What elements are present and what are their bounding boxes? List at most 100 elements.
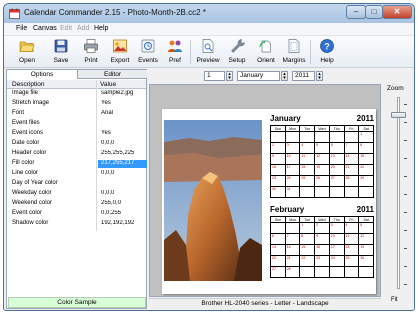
day-cell	[314, 266, 330, 278]
events-icon	[141, 39, 155, 53]
property-row[interactable]: Header color 255,255,225	[7, 150, 146, 158]
tab-options[interactable]: Options	[7, 70, 77, 79]
menu-help[interactable]: Help	[94, 25, 108, 32]
day-cell: 28	[343, 175, 360, 187]
property-value[interactable]: 255,0,0	[98, 200, 147, 208]
help-icon: ?	[320, 39, 334, 53]
property-value[interactable]: 217,255,217	[98, 160, 147, 168]
property-value[interactable]: 0,0,0	[98, 140, 147, 148]
day-cell: 19	[358, 244, 374, 256]
preview-area: 1 ▴ ▾ January ▴ ▾ 2011 ▴ ▾ January 2011 …	[149, 69, 414, 309]
print-button[interactable]: Print	[77, 38, 105, 68]
window-title: Calendar Commander 2.15 - Photo-Month-2B…	[24, 8, 206, 17]
property-row[interactable]: Shadow color 192,192,192	[7, 220, 146, 228]
property-row[interactable]: Day of Year color	[7, 180, 146, 188]
day-cell: 17	[328, 244, 345, 256]
save-button[interactable]: Save	[47, 38, 75, 68]
preview-button[interactable]: Preview	[194, 38, 222, 68]
day-cell: 9	[270, 153, 286, 165]
month-header: February 2011	[270, 205, 374, 216]
column-value[interactable]: Value	[100, 81, 116, 88]
zoom-tick	[404, 140, 407, 141]
events-label: Events	[138, 57, 158, 64]
preview-canvas[interactable]: January 2011 Sun Mon Tue Wed Thu Fri Sat 1 2 3 4 5 6 7 8…	[149, 84, 381, 297]
start-year-spinner[interactable]: ▴ ▾	[316, 71, 323, 81]
property-value[interactable]: 0,0,0	[98, 170, 147, 178]
day-cell: 14	[284, 244, 301, 256]
day-cell	[328, 131, 345, 143]
property-value[interactable]: 192,192,192	[98, 220, 147, 228]
zoom-tick	[404, 122, 407, 123]
menu-edit[interactable]: Edit	[60, 25, 72, 32]
close-button[interactable]: ✕	[382, 5, 412, 19]
property-row[interactable]: Line color 0,0,0	[7, 170, 146, 178]
pref-label: Pref	[169, 57, 181, 64]
margins-label: Margins	[282, 57, 306, 64]
tab-editor[interactable]: Editor	[77, 70, 147, 79]
margins-button[interactable]: Margins	[280, 38, 308, 68]
property-value[interactable]	[98, 180, 147, 188]
calendar-app-icon	[9, 8, 20, 19]
maximize-button[interactable]: □	[365, 5, 383, 19]
property-name: Event icons	[12, 130, 44, 136]
day-cell: 20	[328, 164, 345, 176]
status-bar: Brother HL-2040 series - Letter - Landsc…	[149, 298, 381, 309]
rotate-page-icon	[259, 40, 271, 53]
open-button[interactable]: Open	[13, 38, 41, 68]
property-row[interactable]: Weekend color 255,0,0	[7, 200, 146, 208]
day-cell	[284, 131, 301, 143]
day-cell: 12	[358, 233, 374, 245]
property-value[interactable]: Yes	[98, 130, 147, 138]
events-button[interactable]: Events	[134, 38, 162, 68]
help-button[interactable]: ? Help	[313, 38, 341, 68]
day-cell: 11	[343, 233, 360, 245]
start-month-input[interactable]: January	[237, 71, 280, 81]
months-count-input[interactable]: 1	[204, 71, 225, 81]
canyon-photo	[164, 120, 262, 281]
day-cell: 3	[284, 142, 301, 154]
day-cell	[299, 131, 316, 143]
property-row[interactable]: Image file sample2.jpg	[7, 90, 146, 98]
menu-add[interactable]: Add	[77, 25, 89, 32]
property-row[interactable]: Stretch image Yes	[7, 100, 146, 108]
property-value[interactable]: Yes	[98, 100, 147, 108]
property-row[interactable]: Weekday color 0,0,0	[7, 190, 146, 198]
day-cell: 27	[270, 266, 286, 278]
export-button[interactable]: Export	[106, 38, 134, 68]
setup-label: Setup	[228, 57, 246, 64]
start-month-spinner[interactable]: ▴ ▾	[281, 71, 288, 81]
property-value[interactable]: sample2.jpg	[98, 90, 147, 98]
property-value[interactable]: 255,255,225	[98, 150, 147, 158]
property-value[interactable]: 0,0,255	[98, 210, 147, 218]
property-row[interactable]: Fill color 217,255,217	[7, 160, 147, 168]
months-count-spinner[interactable]: ▴ ▾	[226, 71, 233, 81]
property-name: Shadow color	[12, 220, 49, 226]
day-cell	[328, 186, 345, 198]
property-row[interactable]: Event color 0,0,255	[7, 210, 146, 218]
property-row[interactable]: Event files	[7, 120, 146, 128]
zoom-slider-thumb[interactable]	[391, 111, 406, 118]
property-row[interactable]: Font Arial	[7, 110, 146, 118]
property-value[interactable]: Arial	[98, 110, 147, 118]
pref-button[interactable]: Pref	[161, 38, 189, 68]
property-value[interactable]	[98, 120, 147, 128]
day-cell: 4	[343, 222, 360, 234]
zoom-fit-label[interactable]: Fit	[391, 297, 398, 303]
wrench-icon	[231, 39, 245, 53]
printer-icon	[84, 39, 98, 53]
property-row[interactable]: Event icons Yes	[7, 130, 146, 138]
property-name: Weekend color	[12, 200, 52, 206]
property-name: Font	[12, 110, 25, 116]
minimize-button[interactable]: –	[346, 5, 366, 19]
menu-canvas[interactable]: Canvas	[33, 25, 57, 32]
setup-button[interactable]: Setup	[223, 38, 251, 68]
column-description[interactable]: Description	[12, 81, 45, 88]
day-cell	[328, 266, 345, 278]
property-name: Fill color	[12, 160, 35, 166]
property-value[interactable]: 0,0,0	[98, 190, 147, 198]
orient-button[interactable]: Orient	[252, 38, 280, 68]
start-year-input[interactable]: 2011	[292, 71, 315, 81]
menu-file[interactable]: File	[16, 25, 27, 32]
property-row[interactable]: Date color 0,0,0	[7, 140, 146, 148]
zoom-track[interactable]	[397, 97, 400, 289]
